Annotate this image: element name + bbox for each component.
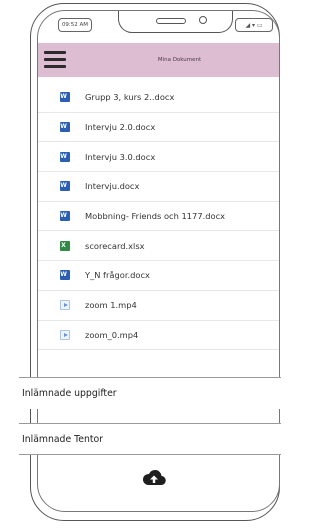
file-item[interactable]: scorecard.xlsx [38, 231, 279, 262]
video-file-icon [60, 329, 70, 340]
file-name: Mobbning- Friends och 1177.docx [85, 211, 226, 222]
video-file-icon [60, 300, 70, 311]
page-title: Mina Dokument [157, 57, 202, 63]
file-name: scorecard.xlsx [85, 240, 145, 251]
file-item[interactable]: zoom 1.mp4 [38, 291, 279, 321]
file-name: Intervju 3.0.docx [85, 151, 156, 162]
file-list: Grupp 3, kurs 2..docx Intervju 2.0.docx … [38, 83, 279, 351]
word-file-icon [60, 151, 70, 162]
file-item[interactable]: Intervju 2.0.docx [38, 113, 279, 143]
word-file-icon [60, 122, 70, 133]
submitted-exams-section[interactable]: Inlämnade Tentor [19, 423, 281, 455]
word-file-icon [60, 92, 70, 103]
excel-file-icon [60, 240, 70, 251]
submitted-assignments-section[interactable]: Inlämnade uppgifter [19, 377, 281, 409]
file-name: Intervju.docx [85, 181, 140, 192]
file-name: Y_N frågor.docx [85, 270, 150, 281]
word-file-icon [60, 270, 70, 281]
file-item[interactable]: Intervju.docx [38, 172, 279, 202]
status-time: 09:52 AM [58, 18, 92, 32]
status-icons: ◢ ▾ ▭ [235, 18, 273, 32]
file-item[interactable]: Grupp 3, kurs 2..docx [38, 83, 279, 113]
word-file-icon [60, 181, 70, 192]
file-name: Grupp 3, kurs 2..docx [85, 92, 175, 103]
word-file-icon [60, 211, 70, 222]
file-name: zoom_0.mp4 [85, 329, 139, 340]
file-name: zoom 1.mp4 [85, 300, 137, 311]
app-header: Mina Dokument [38, 43, 279, 77]
camera-icon [199, 16, 207, 24]
hamburger-menu-icon[interactable] [44, 51, 66, 69]
file-item[interactable]: Y_N frågor.docx [38, 261, 279, 291]
file-item[interactable]: Mobbning- Friends och 1177.docx [38, 202, 279, 232]
file-name: Intervju 2.0.docx [85, 122, 156, 133]
speaker-icon [156, 18, 186, 24]
cloud-upload-icon[interactable] [142, 468, 166, 486]
status-bar: 09:52 AM ◢ ▾ ▭ [38, 11, 279, 41]
file-item[interactable]: zoom_0.mp4 [38, 321, 279, 351]
file-item[interactable]: Intervju 3.0.docx [38, 142, 279, 173]
